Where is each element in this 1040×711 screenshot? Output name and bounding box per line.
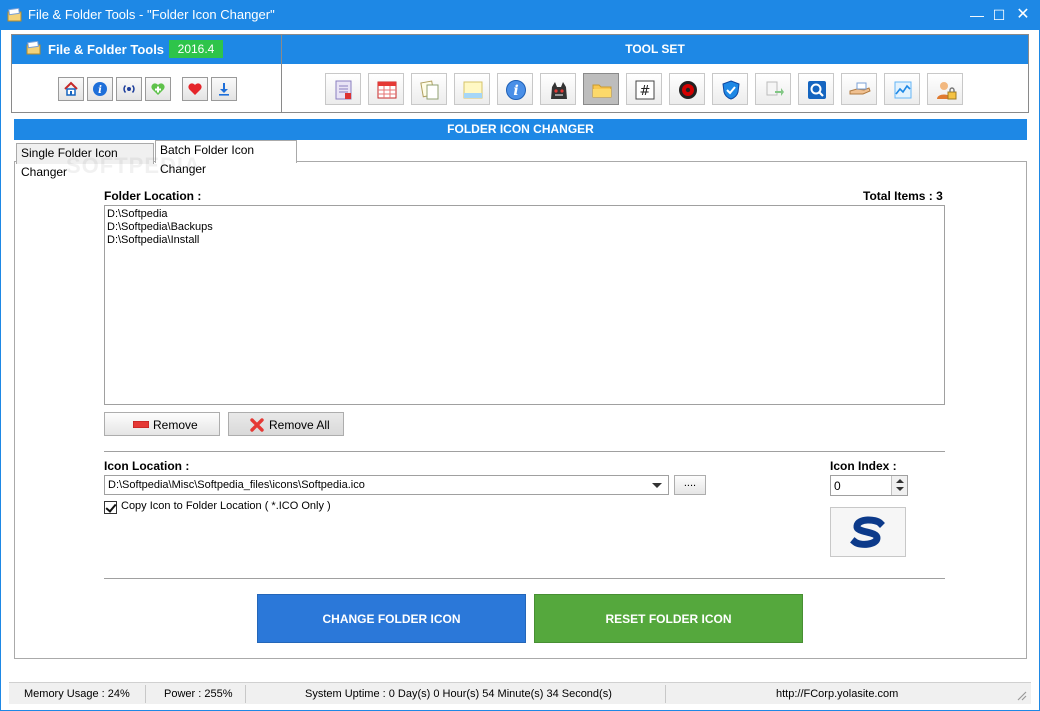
- download-button[interactable]: [211, 77, 237, 101]
- tool-document-list[interactable]: [325, 73, 361, 105]
- donate-button[interactable]: [182, 77, 208, 101]
- home-icon: [64, 81, 78, 96]
- download-icon: [219, 83, 229, 96]
- icon-index-spinner[interactable]: 0: [830, 475, 908, 496]
- icon-index-label: Icon Index :: [830, 459, 897, 473]
- toolset-title: TOOL SET: [282, 35, 1028, 64]
- list-item[interactable]: D:\Softpedia: [107, 208, 942, 221]
- status-divider: [245, 685, 246, 703]
- tool-hash[interactable]: #: [626, 73, 662, 105]
- window-title: File & Folder Tools - "Folder Icon Chang…: [28, 7, 275, 22]
- status-divider: [665, 685, 666, 703]
- user-lock-icon: [937, 82, 957, 100]
- rename-icon: [766, 81, 784, 96]
- remove-all-button[interactable]: Remove All: [228, 412, 344, 436]
- tool-shield[interactable]: [712, 73, 748, 105]
- header-panel: File & Folder Tools 2016.4 TOOL SET i i …: [11, 34, 1029, 113]
- copy-icon-label: Copy Icon to Folder Location ( *.ICO Onl…: [121, 500, 331, 512]
- memory-usage: Memory Usage : 24%: [24, 688, 130, 700]
- about-button[interactable]: i: [87, 77, 113, 101]
- separator-bottom: [104, 578, 945, 579]
- shield-icon: [722, 80, 740, 100]
- tool-copy-files[interactable]: [411, 73, 447, 105]
- tool-monster[interactable]: [540, 73, 576, 105]
- svg-text:#: #: [640, 84, 651, 99]
- svg-text:i: i: [513, 83, 518, 99]
- remove-button[interactable]: Remove: [104, 412, 220, 436]
- system-uptime: System Uptime : 0 Day(s) 0 Hour(s) 54 Mi…: [305, 688, 612, 700]
- tool-user-lock[interactable]: [927, 73, 963, 105]
- broadcast-button[interactable]: [116, 77, 142, 101]
- hand-file-icon: [849, 82, 871, 95]
- svg-text:i: i: [98, 85, 102, 96]
- minus-icon: [133, 421, 149, 428]
- spinner-down-icon[interactable]: [896, 487, 904, 491]
- icon-location-combo[interactable]: D:\Softpedia\Misc\Softpedia_files\icons\…: [104, 475, 669, 495]
- copy-icon-checkbox[interactable]: [104, 501, 117, 514]
- status-divider: [145, 685, 146, 703]
- copy-files-icon: [420, 80, 439, 100]
- title-bar: File & Folder Tools - "Folder Icon Chang…: [0, 0, 1040, 30]
- brand-icon: [26, 41, 41, 55]
- info-icon: i: [93, 82, 107, 96]
- remove-button-label: Remove: [153, 418, 198, 432]
- chevron-down-icon: [652, 483, 662, 488]
- document-list-icon: [335, 80, 352, 100]
- folder-location-label: Folder Location :: [104, 189, 202, 203]
- icon-index-value: 0: [834, 479, 841, 493]
- softpedia-logo-icon: [850, 516, 885, 548]
- version-badge: 2016.4: [169, 40, 223, 58]
- folder-icon: [592, 84, 612, 98]
- home-button[interactable]: [58, 77, 84, 101]
- spinner-buttons[interactable]: [891, 476, 907, 495]
- reset-folder-icon-button[interactable]: RESET FOLDER ICON: [534, 594, 803, 643]
- tool-search[interactable]: [798, 73, 834, 105]
- hash-icon: #: [635, 80, 655, 100]
- icon-location-value: D:\Softpedia\Misc\Softpedia_files\icons\…: [108, 479, 365, 491]
- tool-hand-file[interactable]: [841, 73, 877, 105]
- add-favorite-button[interactable]: [145, 77, 171, 101]
- broadcast-icon: [123, 84, 135, 94]
- spinner-up-icon[interactable]: [896, 479, 904, 483]
- watermark: SOFTPEDIA: [66, 153, 201, 178]
- status-bar: Memory Usage : 24% Power : 255% System U…: [9, 682, 1031, 704]
- tool-gear[interactable]: [669, 73, 705, 105]
- tool-folder-icon-changer[interactable]: [583, 73, 619, 105]
- tool-rename[interactable]: [755, 73, 791, 105]
- brand-name: File & Folder Tools: [48, 42, 165, 57]
- tool-notepad[interactable]: [454, 73, 490, 105]
- website-link[interactable]: http://FCorp.yolasite.com: [776, 683, 898, 705]
- total-items-label: Total Items : 3: [863, 189, 943, 203]
- list-item[interactable]: D:\Softpedia\Backups: [107, 221, 942, 234]
- remove-all-button-label: Remove All: [269, 418, 330, 432]
- brand-bar: File & Folder Tools 2016.4: [12, 35, 281, 64]
- tool-calendar[interactable]: [368, 73, 404, 105]
- power-usage: Power : 255%: [164, 688, 233, 700]
- info-icon: i: [506, 80, 526, 100]
- separator-top: [104, 451, 945, 452]
- tool-chart[interactable]: [884, 73, 920, 105]
- tool-info[interactable]: i: [497, 73, 533, 105]
- close-button[interactable]: ✕: [1008, 0, 1038, 30]
- notepad-icon: [463, 81, 483, 99]
- delete-icon: [250, 418, 264, 432]
- calendar-grid-icon: [377, 81, 397, 99]
- resize-grip-icon[interactable]: [1015, 689, 1027, 701]
- monster-icon: [551, 82, 567, 99]
- browse-button[interactable]: ....: [674, 475, 706, 495]
- app-icon: [7, 8, 22, 22]
- icon-location-label: Icon Location :: [104, 459, 190, 473]
- icon-preview: [830, 507, 906, 557]
- heart-icon: [188, 83, 202, 95]
- plus-heart-icon: [151, 83, 165, 95]
- gear-red-icon: [679, 81, 697, 99]
- change-folder-icon-button[interactable]: CHANGE FOLDER ICON: [257, 594, 526, 643]
- folder-list[interactable]: D:\Softpedia D:\Softpedia\Backups D:\Sof…: [104, 205, 945, 405]
- search-icon: [808, 81, 826, 99]
- list-item[interactable]: D:\Softpedia\Install: [107, 234, 942, 247]
- chart-icon: [894, 81, 912, 99]
- section-title: FOLDER ICON CHANGER: [14, 119, 1027, 140]
